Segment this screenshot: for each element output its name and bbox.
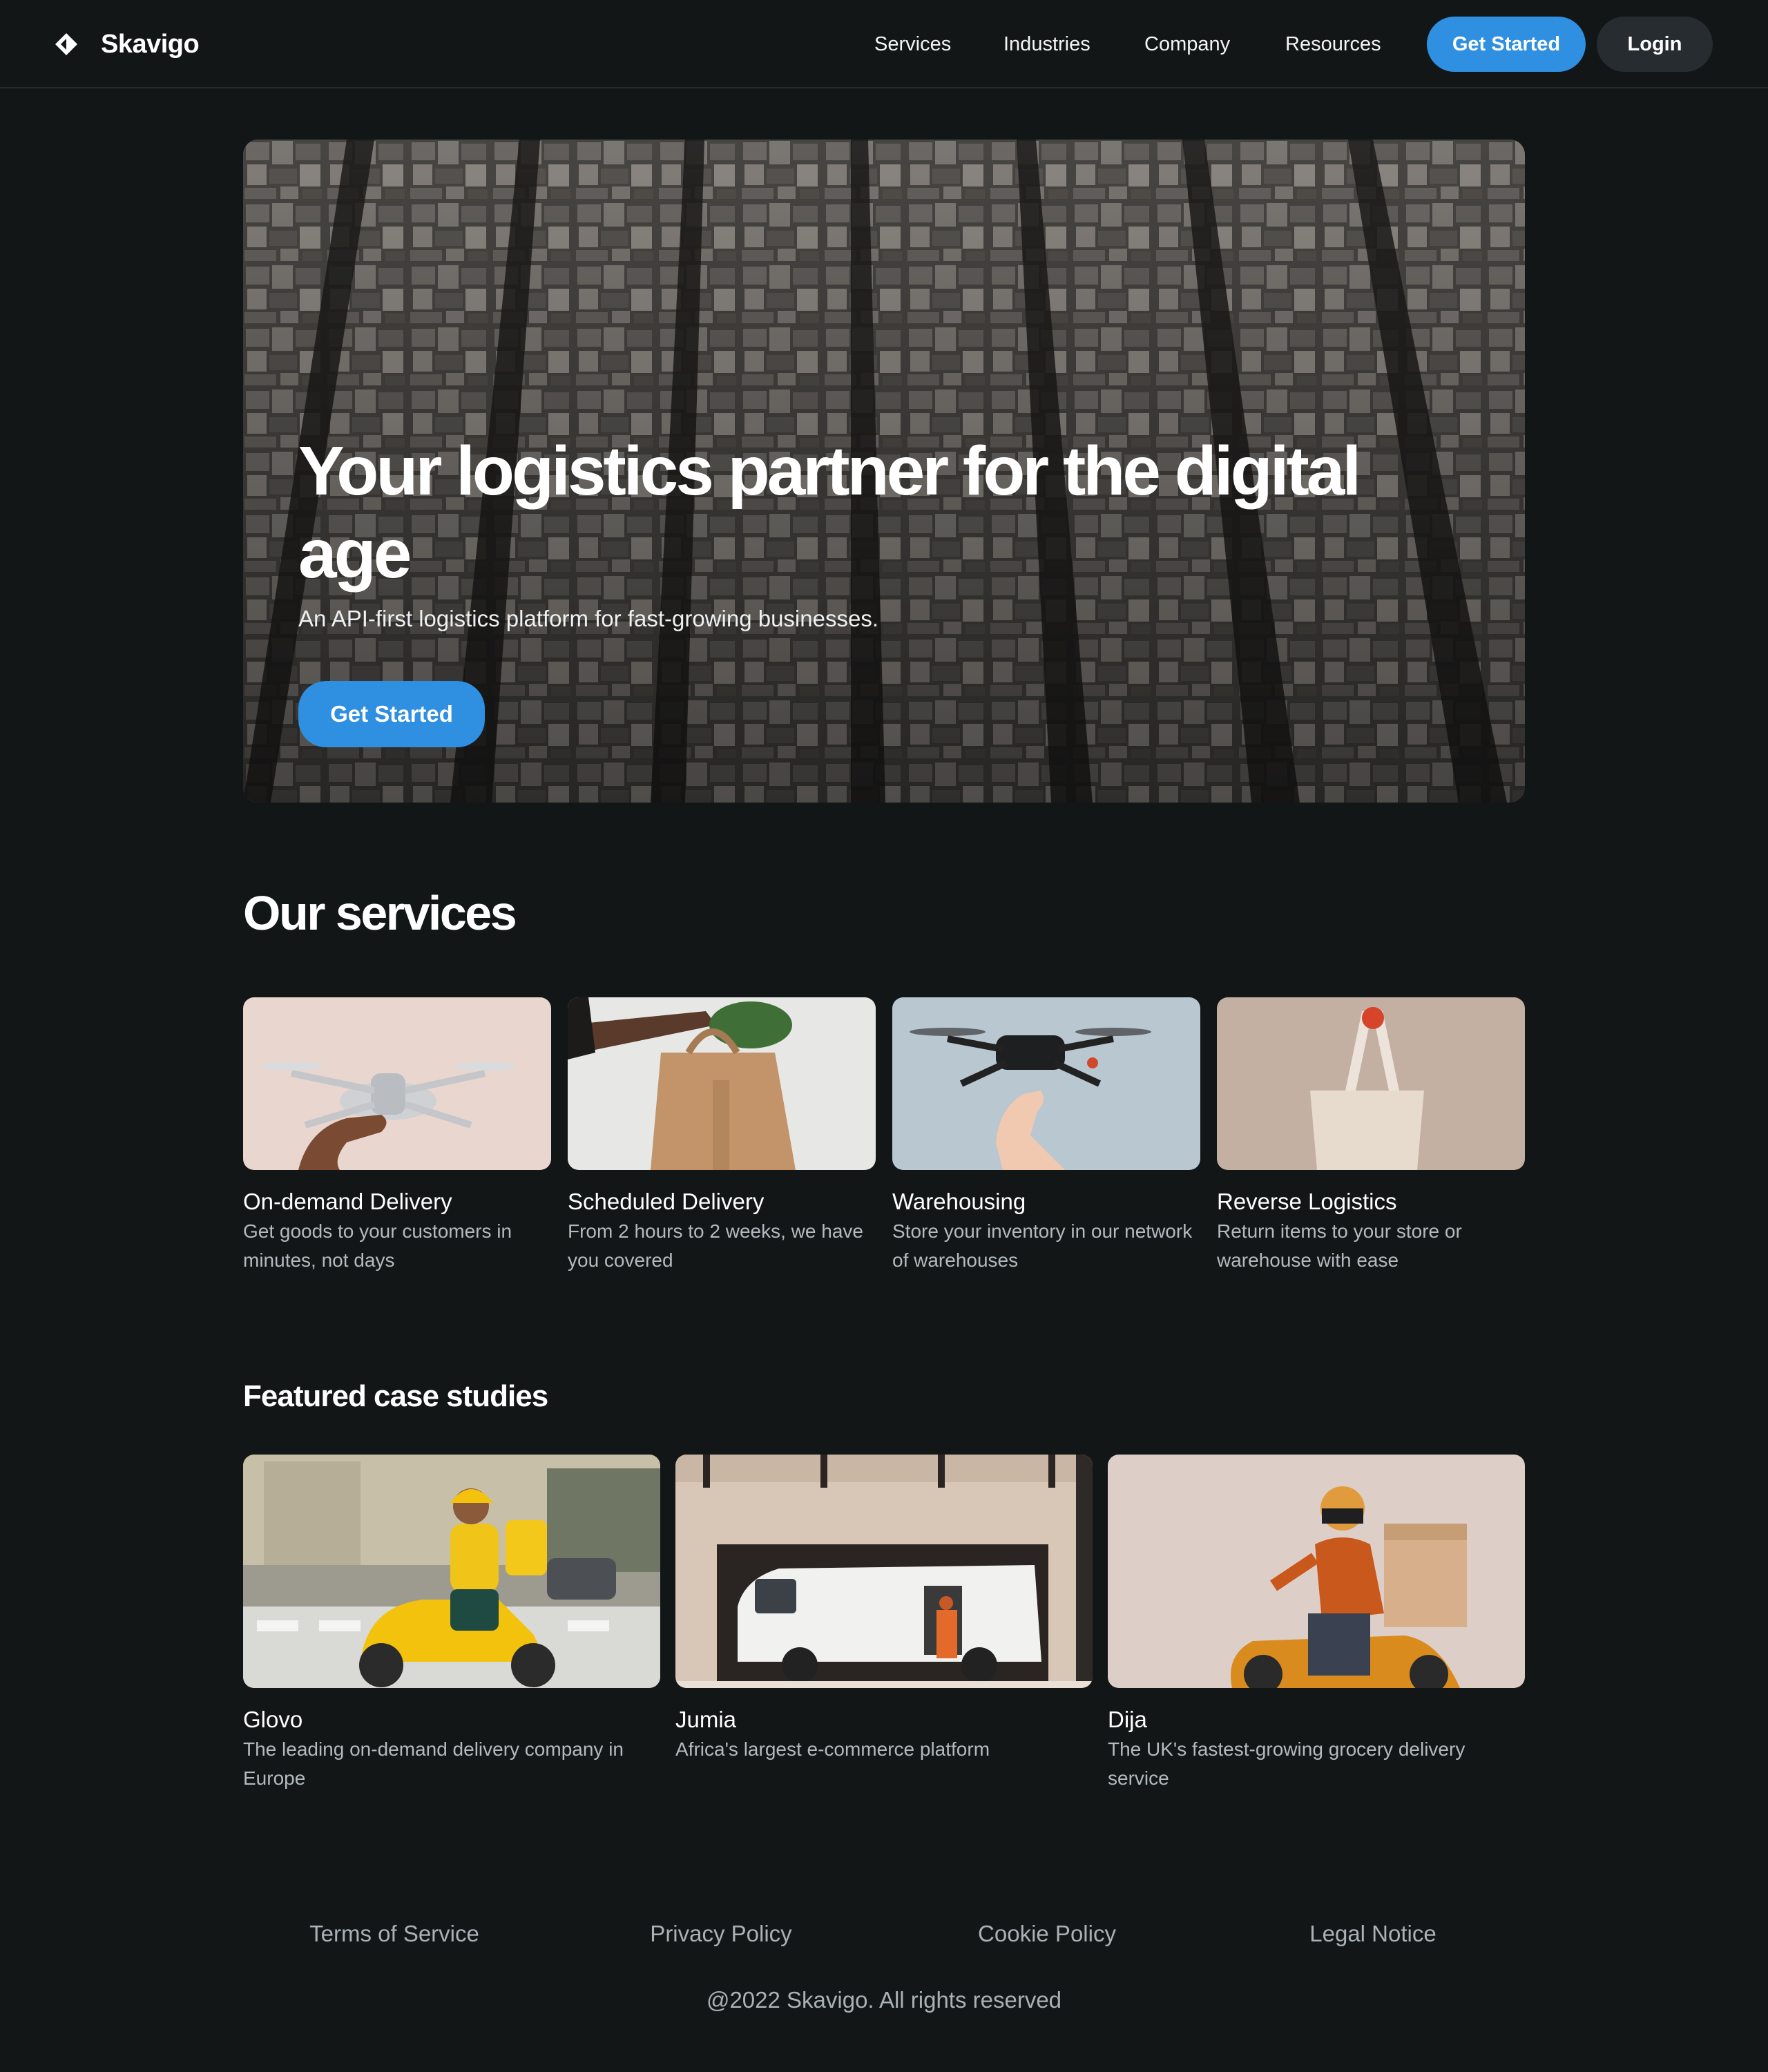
service-description: Return items to your store or warehouse …: [1217, 1220, 1462, 1271]
flying-drone-image: [892, 997, 1200, 1170]
login-button[interactable]: Login: [1597, 17, 1713, 72]
paper-bag-image: [568, 997, 876, 1170]
nav-services[interactable]: Services: [874, 28, 951, 61]
service-description: Get goods to your customers in minutes, …: [243, 1220, 512, 1271]
hero-title: Your logistics partner for the digital a…: [298, 432, 1361, 593]
case-study-card-dija[interactable]: Dija The UK's fastest-growing grocery de…: [1108, 1455, 1525, 1793]
case-study-title: Glovo: [243, 1707, 303, 1732]
footer-link-privacy[interactable]: Privacy Policy: [650, 1916, 791, 1952]
case-study-title: Dija: [1108, 1707, 1147, 1732]
drone-hand-image: [243, 997, 551, 1170]
service-description: Store your inventory in our network of w…: [892, 1220, 1193, 1271]
case-study-description: The leading on-demand delivery company i…: [243, 1738, 624, 1789]
case-studies-heading: Featured case studies: [243, 1379, 548, 1413]
case-study-description: The UK's fastest-growing grocery deliver…: [1108, 1738, 1466, 1789]
tote-bag-image: [1217, 997, 1525, 1170]
orange-scooter-courier-image: [1108, 1455, 1525, 1688]
service-card-warehousing[interactable]: Warehousing Store your inventory in our …: [892, 997, 1200, 1275]
case-study-card-glovo[interactable]: Glovo The leading on-demand delivery com…: [243, 1455, 660, 1793]
nav-company[interactable]: Company: [1144, 28, 1230, 61]
service-description: From 2 hours to 2 weeks, we have you cov…: [568, 1220, 863, 1271]
services-heading: Our services: [243, 886, 517, 940]
case-study-description: Africa's largest e-commerce platform: [675, 1738, 990, 1760]
yellow-scooter-image: [243, 1455, 660, 1688]
footer-link-terms[interactable]: Terms of Service: [309, 1916, 479, 1952]
case-study-card-jumia[interactable]: Jumia Africa's largest e-commerce platfo…: [675, 1455, 1093, 1764]
service-title: On-demand Delivery: [243, 1189, 452, 1214]
hero-subtitle: An API-first logistics platform for fast…: [298, 606, 878, 631]
nav-industries[interactable]: Industries: [1003, 28, 1090, 61]
delivery-van-image: [675, 1455, 1093, 1688]
nav-resources[interactable]: Resources: [1285, 28, 1381, 61]
header-get-started-button[interactable]: Get Started: [1427, 17, 1586, 72]
footer-link-legal[interactable]: Legal Notice: [1309, 1916, 1436, 1952]
service-title: Warehousing: [892, 1189, 1026, 1214]
service-card-scheduled[interactable]: Scheduled Delivery From 2 hours to 2 wee…: [568, 997, 876, 1275]
footer-link-cookies[interactable]: Cookie Policy: [978, 1916, 1116, 1952]
service-title: Reverse Logistics: [1217, 1189, 1397, 1214]
case-study-title: Jumia: [675, 1707, 737, 1732]
copyright-text: @2022 Skavigo. All rights reserved: [706, 1987, 1062, 2013]
service-card-on-demand[interactable]: On-demand Delivery Get goods to your cus…: [243, 997, 551, 1275]
service-title: Scheduled Delivery: [568, 1189, 765, 1214]
site-header: Skavigo Services Industries Company Reso…: [0, 0, 1768, 88]
service-card-reverse-logistics[interactable]: Reverse Logistics Return items to your s…: [1217, 997, 1525, 1275]
hero-banner: Your logistics partner for the digital a…: [243, 140, 1525, 803]
hero-get-started-button[interactable]: Get Started: [298, 681, 485, 747]
